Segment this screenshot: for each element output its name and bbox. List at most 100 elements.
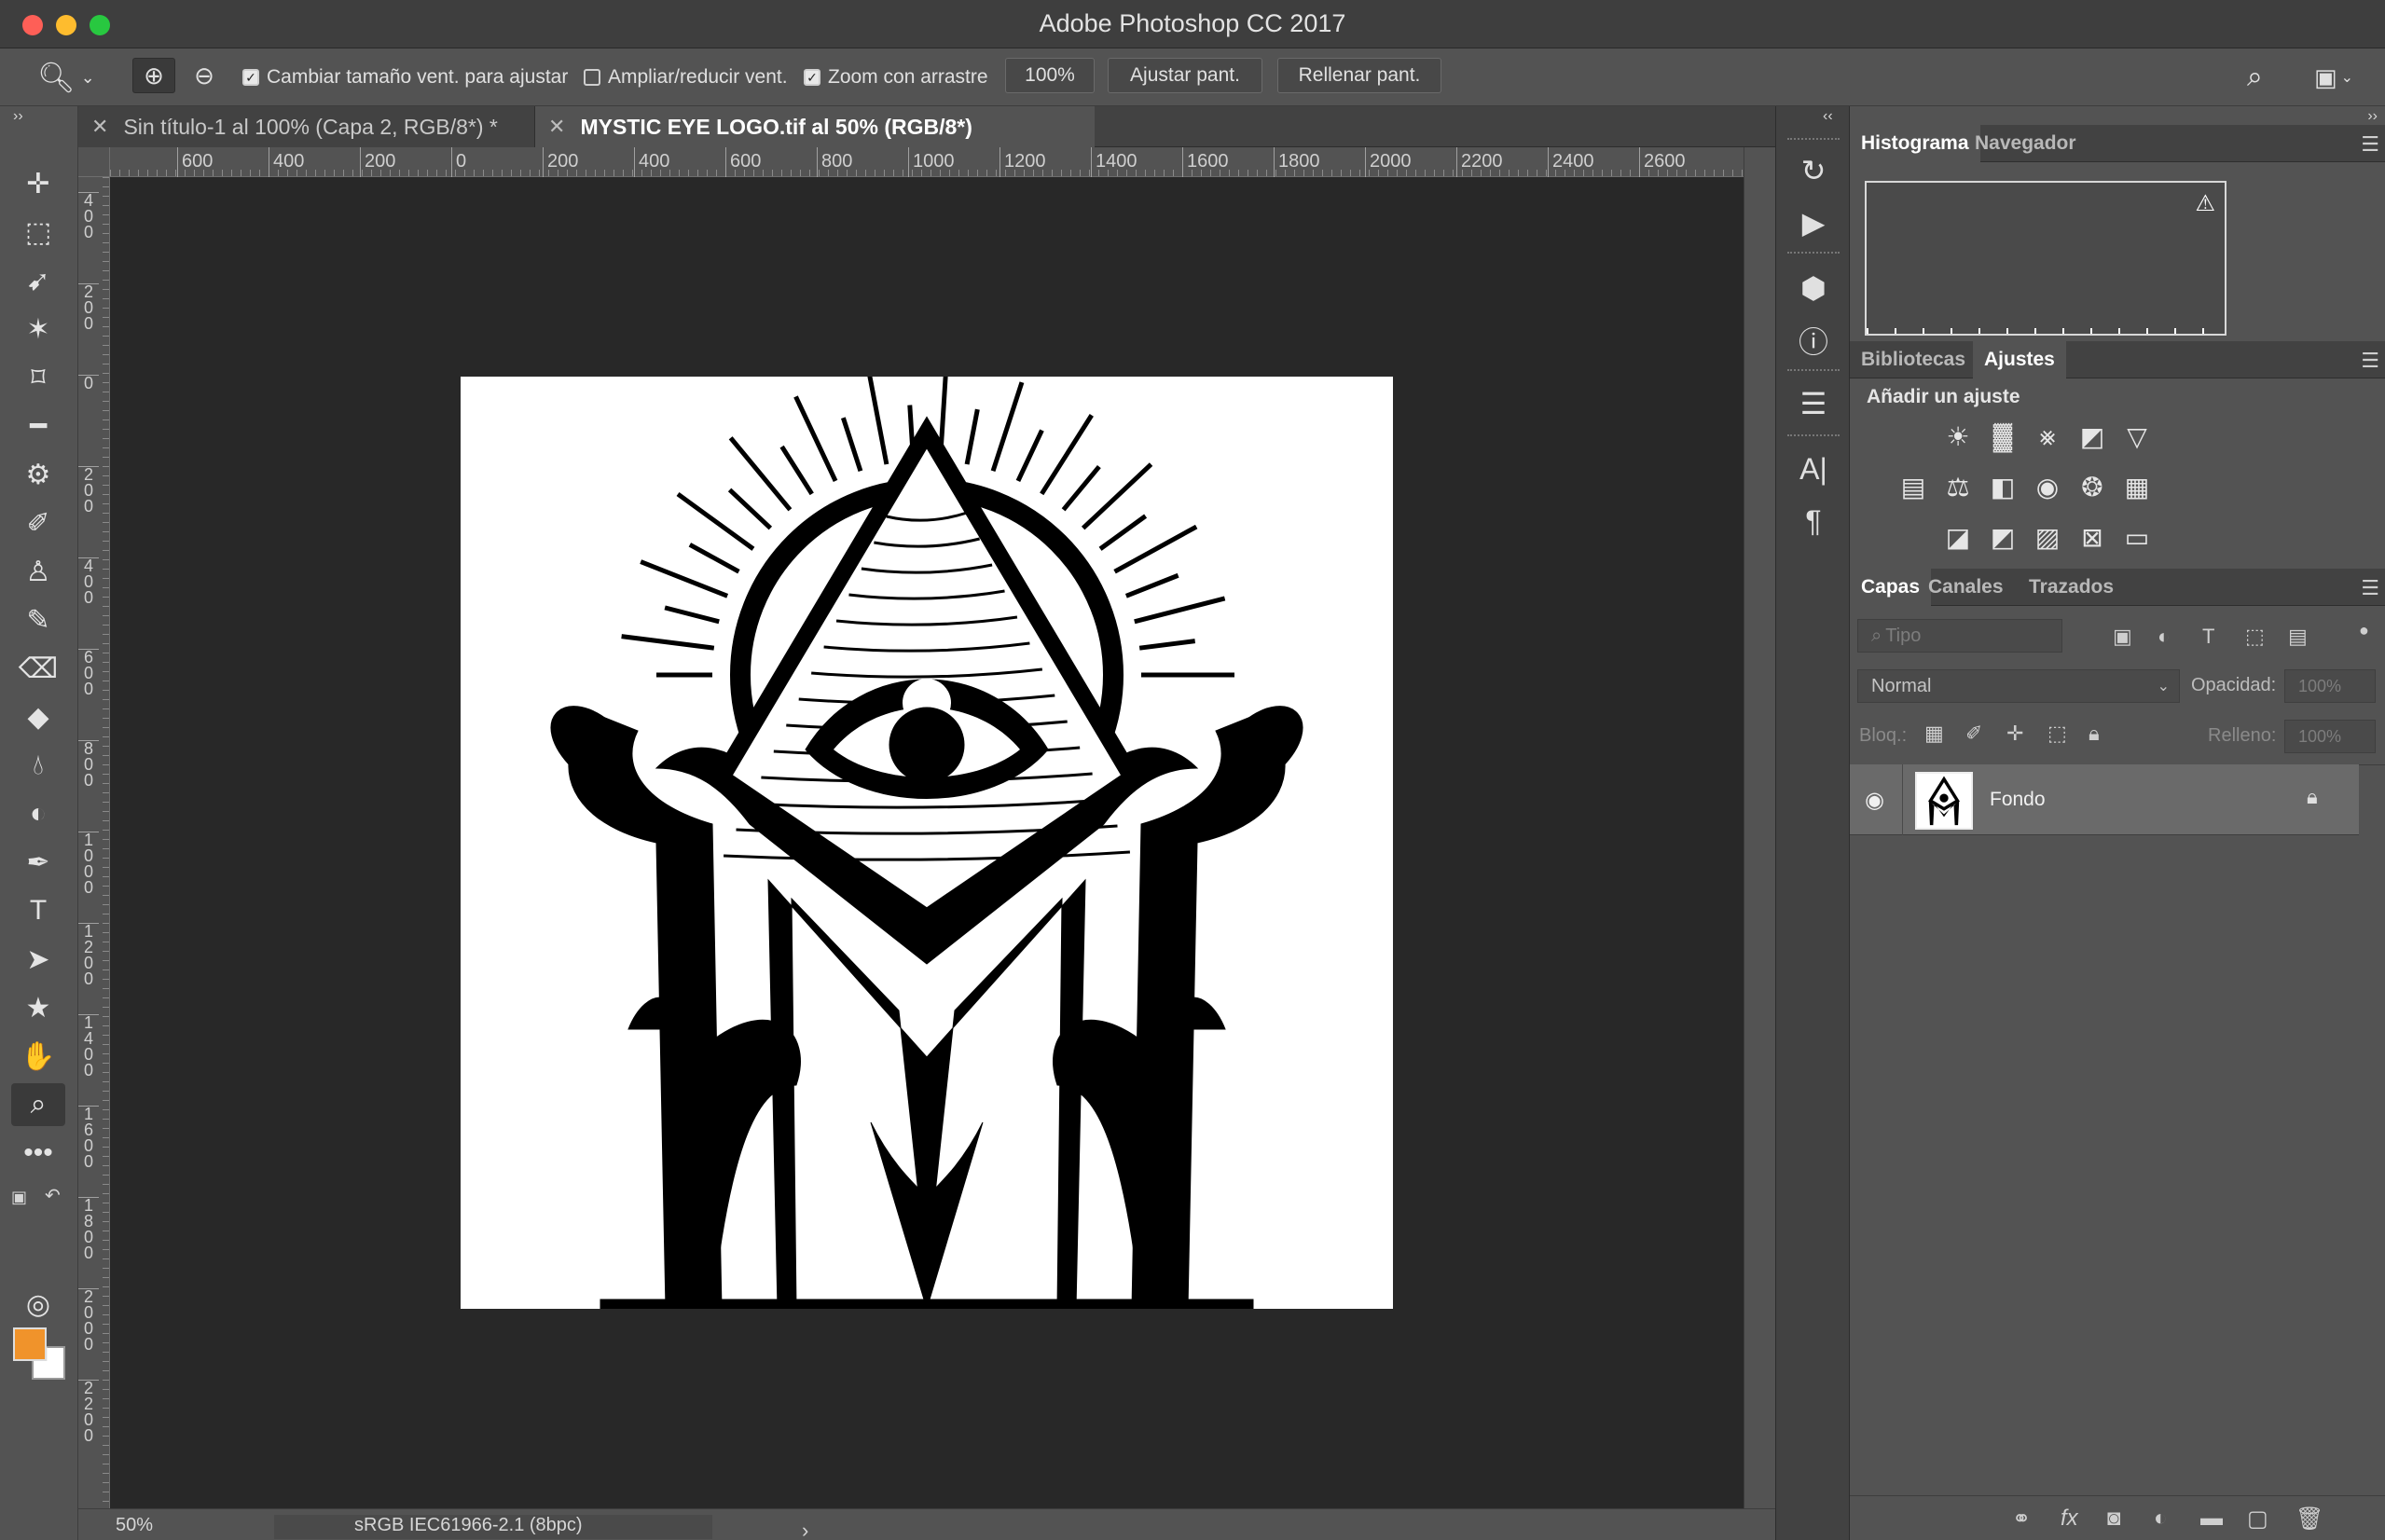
- new-group-icon[interactable]: ▬: [2200, 1506, 2223, 1532]
- collapse-dock-icon[interactable]: ‹‹: [1823, 108, 1833, 125]
- zoom-tool-preset-icon[interactable]: 🔍︎ ⌄: [37, 61, 95, 94]
- layer-style-icon[interactable]: fx: [2061, 1506, 2078, 1532]
- vertical-ruler[interactable]: 4002000200400600800100012001400160018002…: [78, 177, 110, 1508]
- fill-input[interactable]: 100%: [2284, 720, 2376, 753]
- paint-bucket-tool-icon[interactable]: ◆: [11, 695, 65, 738]
- zoom-in-icon[interactable]: ⊕: [132, 58, 175, 93]
- shape-tool-icon[interactable]: ★: [11, 986, 65, 1029]
- tab-histogram[interactable]: Histograma: [1850, 125, 1980, 162]
- info-panel-icon[interactable]: ⓘ: [1785, 317, 1841, 364]
- lock-pixels-icon[interactable]: ✐: [1965, 722, 1982, 746]
- blend-mode-select[interactable]: Normal ⌄: [1857, 669, 2180, 703]
- histogram-warning-icon[interactable]: ⚠: [2195, 190, 2215, 217]
- lock-transparency-icon[interactable]: ▦: [1924, 722, 1944, 746]
- tab-untitled-1[interactable]: ✕ Sin título-1 al 100% (Capa 2, RGB/8*) …: [78, 106, 535, 147]
- zoom-level[interactable]: 50%: [116, 1515, 153, 1536]
- lasso-tool-icon[interactable]: ➹: [11, 259, 65, 302]
- quick-mask-icon[interactable]: ◎: [11, 1283, 65, 1326]
- selective-color-icon[interactable]: ⊠: [2075, 520, 2109, 554]
- ruler-tool-icon[interactable]: ━: [11, 405, 65, 447]
- marquee-tool-icon[interactable]: ⬚: [11, 211, 65, 254]
- posterize-icon[interactable]: ◩: [1986, 520, 2020, 554]
- close-tab-icon[interactable]: ✕: [91, 115, 108, 139]
- filter-smart-object-icon[interactable]: ▤: [2288, 625, 2308, 649]
- levels-icon[interactable]: ▓: [1986, 419, 2020, 453]
- invert-icon[interactable]: ◪: [1941, 520, 1975, 554]
- threshold-icon[interactable]: ▨: [2031, 520, 2064, 554]
- panel-menu-icon[interactable]: ☰: [2361, 349, 2379, 373]
- document-canvas[interactable]: [461, 377, 1393, 1309]
- move-tool-icon[interactable]: ✛: [11, 162, 65, 205]
- canvas-area[interactable]: [110, 177, 1744, 1508]
- more-tools-icon[interactable]: •••: [11, 1132, 65, 1175]
- scrubby-zoom-option[interactable]: ✓ Zoom con arrastre: [804, 62, 988, 93]
- tab-navigator[interactable]: Navegador: [1964, 125, 2088, 162]
- lock-artboard-icon[interactable]: ⬚: [2047, 722, 2067, 746]
- close-tab-icon[interactable]: ✕: [548, 115, 565, 139]
- filter-type-icon[interactable]: T: [2202, 625, 2214, 649]
- eraser-tool-icon[interactable]: ⌫: [11, 647, 65, 690]
- path-selection-tool-icon[interactable]: ➤: [11, 938, 65, 981]
- properties-panel-icon[interactable]: ☰: [1785, 380, 1841, 427]
- fit-screen-button[interactable]: Ajustar pant.: [1108, 58, 1262, 93]
- new-adjustment-layer-icon[interactable]: ◐: [2154, 1506, 2168, 1532]
- lock-position-icon[interactable]: ✛: [2006, 722, 2023, 746]
- color-lookup-icon[interactable]: ▦: [2120, 470, 2154, 503]
- default-colors-icon[interactable]: ▣: [11, 1188, 27, 1207]
- vibrance-icon[interactable]: ▽: [2120, 419, 2154, 453]
- lock-all-icon[interactable]: 🔒︎: [2089, 722, 2100, 746]
- exposure-icon[interactable]: ◩: [2075, 419, 2109, 453]
- tab-channels[interactable]: Canales: [1917, 569, 2015, 606]
- filter-pixel-icon[interactable]: ▣: [2113, 625, 2132, 649]
- zoom-all-windows-option[interactable]: Ampliar/reducir vent.: [584, 62, 788, 93]
- panel-menu-icon[interactable]: ☰: [2361, 576, 2379, 600]
- scrubby-zoom-checkbox[interactable]: ✓: [804, 69, 820, 86]
- channel-mixer-icon[interactable]: ❂: [2075, 470, 2109, 503]
- tab-adjustments[interactable]: Ajustes: [1973, 341, 2066, 378]
- filter-toggle-icon[interactable]: ●: [2359, 621, 2369, 640]
- opacity-input[interactable]: 100%: [2284, 669, 2376, 703]
- tab-libraries[interactable]: Bibliotecas: [1850, 341, 1977, 378]
- status-menu-arrow[interactable]: ›: [802, 1519, 808, 1540]
- history-brush-tool-icon[interactable]: ✎: [11, 598, 65, 641]
- 3d-panel-icon[interactable]: ⬢: [1785, 265, 1841, 311]
- ruler-origin[interactable]: [78, 147, 110, 177]
- link-layers-icon[interactable]: ⚭: [2012, 1506, 2031, 1533]
- expand-panels-icon[interactable]: ››: [2367, 108, 2378, 125]
- hand-tool-icon[interactable]: ✋: [11, 1035, 65, 1078]
- zoom-100-button[interactable]: 100%: [1005, 58, 1095, 93]
- dodge-tool-icon[interactable]: ◐: [11, 792, 65, 835]
- filter-shape-icon[interactable]: ⬚: [2245, 625, 2265, 649]
- pen-tool-icon[interactable]: ✒: [11, 841, 65, 884]
- blur-tool-icon[interactable]: 💧︎: [11, 744, 65, 787]
- brush-tool-icon[interactable]: ✐: [11, 502, 65, 544]
- layer-name[interactable]: Fondo: [1990, 789, 2046, 811]
- patch-tool-icon[interactable]: ⚙: [11, 453, 65, 496]
- eye-icon[interactable]: ◉: [1865, 787, 1884, 814]
- photo-filter-icon[interactable]: ◉: [2031, 470, 2064, 503]
- new-layer-icon[interactable]: ▢: [2247, 1506, 2268, 1533]
- layer-filter-select[interactable]: ⌕ Tipo: [1857, 619, 2062, 653]
- filter-adjustment-icon[interactable]: ◐: [2158, 625, 2170, 649]
- black-white-icon[interactable]: ◧: [1986, 470, 2020, 503]
- curves-icon[interactable]: ⨳: [2031, 419, 2064, 453]
- paragraph-panel-icon[interactable]: ¶: [1785, 498, 1841, 544]
- panel-menu-icon[interactable]: ☰: [2361, 132, 2379, 157]
- history-panel-icon[interactable]: ↻: [1785, 147, 1841, 194]
- zoom-all-windows-checkbox[interactable]: [584, 69, 600, 86]
- zoom-out-icon[interactable]: ⊖: [183, 58, 226, 93]
- magic-wand-tool-icon[interactable]: ✶: [11, 308, 65, 351]
- fill-screen-button[interactable]: Rellenar pant.: [1277, 58, 1441, 93]
- stamp-tool-icon[interactable]: ♙: [11, 550, 65, 593]
- resize-windows-checkbox[interactable]: ✓: [242, 69, 259, 86]
- tab-paths[interactable]: Trazados: [2018, 569, 2125, 606]
- delete-layer-icon[interactable]: 🗑︎: [2295, 1506, 2323, 1533]
- horizontal-ruler[interactable]: 600 400 200 0 200 400 600 800 1000 1200 1400 1600 18…: [110, 147, 1744, 177]
- type-tool-icon[interactable]: T: [11, 889, 65, 932]
- expand-toolbar-icon[interactable]: ››: [13, 108, 23, 125]
- gradient-map-icon[interactable]: ▭: [2120, 520, 2154, 554]
- vertical-scrollbar[interactable]: [1744, 147, 1775, 1508]
- swap-colors-icon[interactable]: ↶: [45, 1184, 61, 1207]
- character-panel-icon[interactable]: A|: [1785, 446, 1841, 492]
- foreground-color-swatch[interactable]: [13, 1327, 47, 1361]
